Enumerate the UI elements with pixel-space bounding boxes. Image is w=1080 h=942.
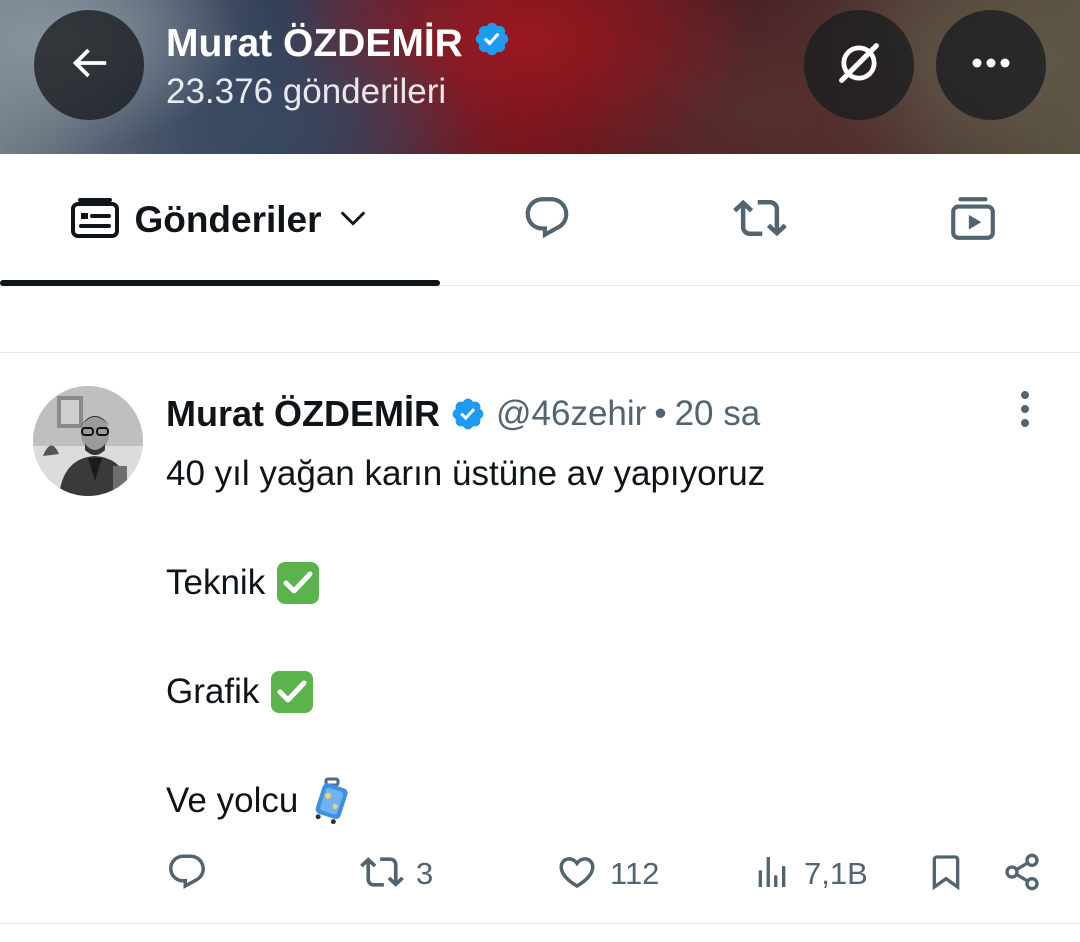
post-author-name[interactable]: Murat ÖZDEMİR bbox=[166, 393, 440, 435]
tab-reposts[interactable] bbox=[653, 154, 866, 286]
views-chart-icon bbox=[752, 852, 792, 897]
post-actions: 3 112 7,1B bbox=[0, 849, 1080, 899]
share-button[interactable] bbox=[1002, 849, 1042, 899]
header-title: Murat ÖZDEMİR bbox=[166, 20, 511, 68]
post-line-text: Teknik bbox=[166, 563, 266, 602]
like-button[interactable]: 112 bbox=[556, 849, 659, 899]
views-count: 7,1B bbox=[804, 856, 868, 891]
post-line-text: 40 yıl yağan karın üstüne av yapıyoruz bbox=[166, 454, 766, 493]
tab-posts-label: Gönderiler bbox=[134, 199, 322, 240]
repost-count: 3 bbox=[416, 856, 434, 891]
post-separator: • bbox=[654, 394, 667, 433]
post-line-empty bbox=[166, 611, 765, 666]
repost-icon bbox=[360, 850, 404, 899]
back-button[interactable] bbox=[34, 10, 144, 120]
avatar[interactable] bbox=[33, 386, 143, 496]
reposts-icon bbox=[732, 191, 787, 250]
bookmark-button[interactable] bbox=[926, 849, 966, 899]
views-button[interactable]: 7,1B bbox=[752, 849, 868, 899]
arrow-left-icon bbox=[66, 40, 112, 91]
post-line: Ve yolcu bbox=[166, 774, 765, 829]
check-mark-emoji-icon bbox=[275, 560, 321, 606]
post-line: Teknik bbox=[166, 556, 765, 611]
header-name: Murat ÖZDEMİR bbox=[166, 22, 463, 65]
repost-button[interactable]: 3 bbox=[360, 849, 433, 899]
tab-media[interactable] bbox=[866, 154, 1080, 286]
post-line-text: Grafik bbox=[166, 672, 260, 711]
reply-button[interactable] bbox=[166, 849, 208, 899]
post-handle[interactable]: @46zehir bbox=[496, 394, 646, 434]
post-line: 40 yıl yağan karın üstüne av yapıyoruz bbox=[166, 447, 765, 502]
post-line-empty bbox=[166, 720, 765, 775]
heart-icon bbox=[556, 851, 598, 898]
replies-icon bbox=[522, 193, 572, 248]
check-mark-emoji-icon bbox=[269, 669, 315, 715]
media-video-icon bbox=[948, 193, 998, 248]
luggage-emoji-icon bbox=[308, 777, 354, 825]
post-more-button[interactable] bbox=[1000, 389, 1050, 434]
reply-icon bbox=[166, 851, 208, 898]
feed-spacer bbox=[0, 286, 1080, 353]
more-options-button[interactable] bbox=[936, 10, 1046, 120]
bookmark-icon bbox=[926, 851, 966, 898]
grok-icon bbox=[833, 37, 885, 94]
verified-badge-icon bbox=[450, 396, 486, 432]
tab-posts[interactable]: Gönderiler bbox=[0, 154, 440, 286]
tab-replies[interactable] bbox=[440, 154, 653, 286]
more-horizontal-icon bbox=[967, 53, 1015, 78]
grok-button[interactable] bbox=[804, 10, 914, 120]
post-line-empty bbox=[166, 502, 765, 557]
verified-badge-icon bbox=[473, 20, 511, 68]
post-timestamp[interactable]: 20 sa bbox=[675, 394, 761, 434]
post-line: Grafik bbox=[166, 665, 765, 720]
post[interactable]: Murat ÖZDEMİR @46zehir • 20 sa 40 yıl ya… bbox=[0, 353, 1080, 924]
more-vertical-icon bbox=[1019, 389, 1031, 434]
chevron-down-icon bbox=[336, 201, 370, 240]
post-count: 23.376 gönderileri bbox=[166, 72, 447, 111]
like-count: 112 bbox=[610, 856, 660, 891]
post-line-text: Ve yolcu bbox=[166, 781, 299, 820]
profile-tabs: Gönderiler bbox=[0, 154, 1080, 286]
share-icon bbox=[1002, 852, 1042, 897]
profile-header-banner: Murat ÖZDEMİR 23.376 gönderileri bbox=[0, 0, 1080, 154]
banner-overlay bbox=[0, 0, 1080, 154]
post-text: 40 yıl yağan karın üstüne av yapıyoruz T… bbox=[166, 447, 765, 829]
post-header: Murat ÖZDEMİR @46zehir • 20 sa bbox=[166, 391, 760, 437]
posts-feed-icon bbox=[70, 196, 120, 245]
